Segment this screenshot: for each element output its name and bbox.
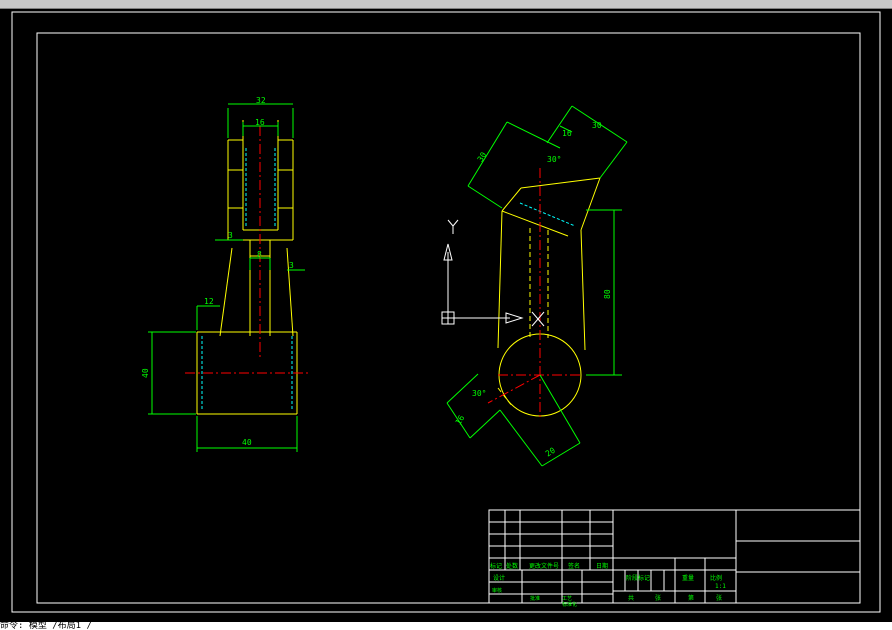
dim-slant-top-b: 30: [592, 121, 602, 130]
dim-angle-bottom: 30°: [472, 389, 486, 398]
tb-mark: 标记: [490, 562, 502, 570]
dim-base-width: 40: [242, 438, 252, 447]
tb-approve: 批准: [530, 595, 540, 602]
ucs-icon: [441, 219, 545, 327]
title-block: 标记 处数 更改文件号 签名 日期 设计 标准化 阶段标记 重量 比例 1:1 …: [488, 509, 861, 608]
drawing-canvas[interactable]: 32 16 3 8 3 12 40 40 30 16 30 30° 80 30°…: [0, 0, 892, 630]
dim-left-small: 3: [228, 231, 233, 240]
tb-sheet2: 张: [716, 594, 722, 602]
dim-bottom-long: 20: [544, 446, 557, 459]
tb-total: 共: [628, 594, 634, 602]
tb-stage-mark: 阶段标记: [626, 574, 650, 582]
side-view: 30 16 30 30° 80 30° 16 20: [441, 105, 628, 467]
dim-base-height: 40: [141, 368, 150, 378]
dim-base-offset: 12: [204, 297, 214, 306]
tb-scale: 比例: [710, 574, 722, 582]
front-view: 32 16 3 8 3 12 40 40: [141, 96, 310, 452]
tb-scale-value: 1:1: [715, 583, 726, 590]
tb-sign: 签名: [568, 562, 580, 570]
command-line-text: 命令: 模型 /布局1 /: [0, 622, 92, 630]
dim-angle-top: 30°: [547, 155, 561, 164]
tb-date: 日期: [596, 562, 608, 570]
tb-weight: 重量: [682, 574, 694, 582]
command-line[interactable]: 命令: 模型 /布局1 /: [0, 622, 892, 630]
tb-design: 设计: [493, 574, 505, 582]
cad-drawing[interactable]: 32 16 3 8 3 12 40 40 30 16 30 30° 80 30°…: [0, 8, 892, 622]
dim-right-small: 3: [289, 261, 294, 270]
dim-slant-left: 30: [476, 150, 489, 163]
dim-top-inner: 16: [255, 118, 265, 127]
tb-review: 审核: [492, 587, 502, 594]
tb-standard: 标准化: [562, 601, 577, 608]
tb-doc-no: 更改文件号: [529, 562, 559, 570]
dim-top-outer: 32: [256, 96, 266, 105]
dim-neck: 8: [257, 250, 262, 259]
dim-slant-top-a: 16: [562, 129, 572, 138]
tb-sheet: 张: [655, 594, 661, 602]
tb-process: 工艺: [562, 596, 572, 602]
dim-vertical-height: 80: [603, 289, 612, 299]
tb-count: 处数: [506, 562, 518, 570]
tb-page: 第: [688, 594, 694, 602]
